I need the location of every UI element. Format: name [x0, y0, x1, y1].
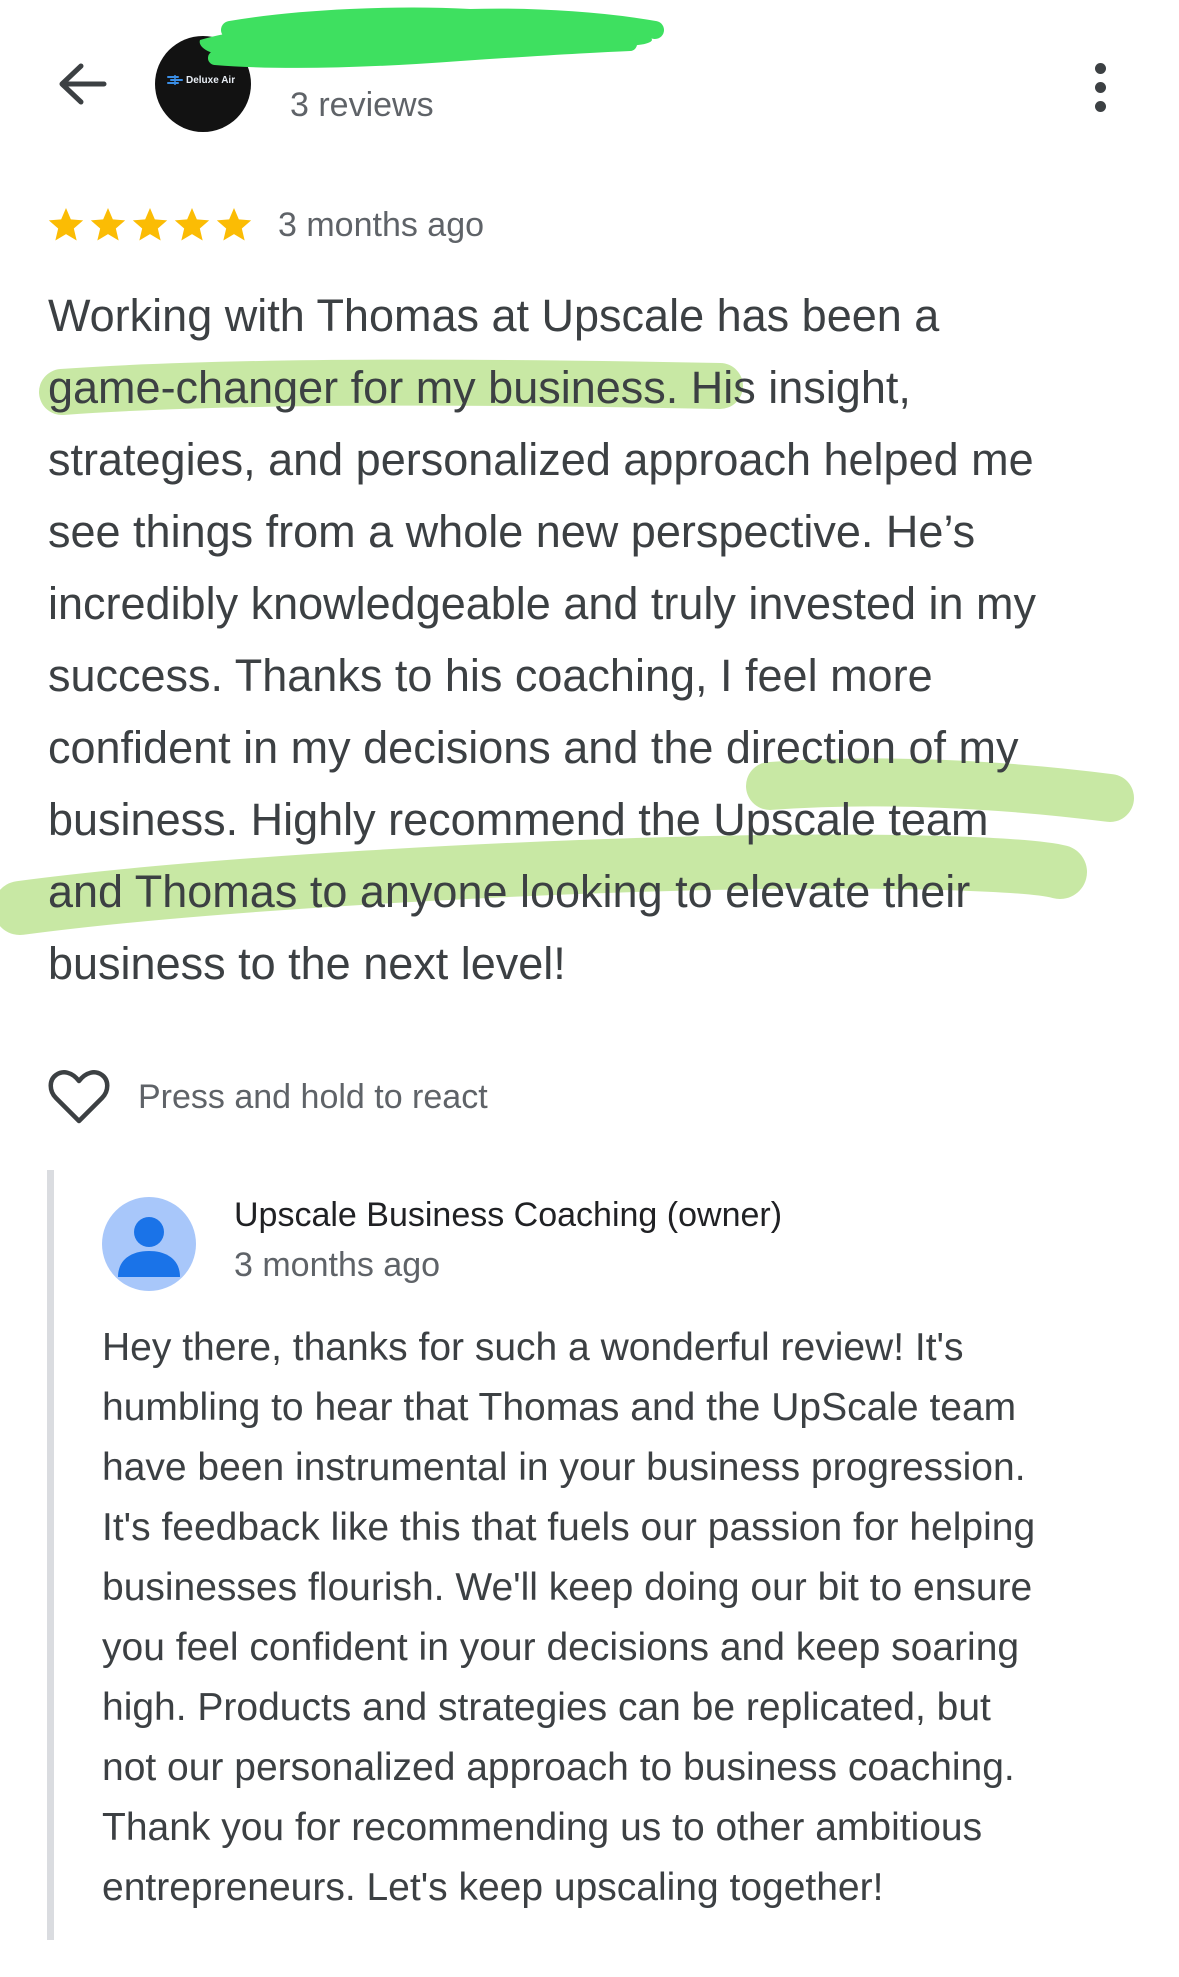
review-date: 3 months ago: [278, 205, 485, 244]
reviewer-avatar[interactable]: Deluxe Air: [155, 36, 251, 132]
owner-reply-text: Hey there, thanks for such a wonderful r…: [102, 1318, 1162, 1918]
reply-divider: [47, 1170, 54, 1940]
more-vert-icon-dot: [1094, 81, 1106, 93]
reply-line: Hey there, thanks for such a wonderful r…: [102, 1326, 964, 1369]
review-line: success. Thanks to his coaching, I feel …: [48, 650, 933, 701]
reviewer-review-count: 3 reviews: [290, 86, 434, 124]
person-icon: [118, 1217, 180, 1277]
review-line: incredibly knowledgeable and truly inves…: [48, 578, 1037, 629]
review-line: business. Highly recommend the Upscale t…: [48, 794, 989, 845]
review-line: and Thomas to anyone looking to elevate …: [48, 866, 971, 917]
reply-line: you feel confident in your decisions and…: [102, 1626, 1020, 1669]
review-line: confident in my decisions and the direct…: [48, 722, 1019, 773]
more-vert-icon-dot: [1094, 100, 1106, 112]
heart-outline-icon[interactable]: [48, 1068, 110, 1126]
review-text: Working with Thomas at Upscale has been …: [48, 280, 1128, 1000]
review-line: see things from a whole new perspective.…: [48, 506, 976, 557]
star-icon: [216, 208, 252, 241]
star-icon: [174, 208, 210, 241]
review-line: Working with Thomas at Upscale has been …: [48, 290, 940, 341]
deluxe-air-logo: Deluxe Air: [167, 74, 235, 86]
owner-avatar[interactable]: [102, 1197, 196, 1291]
avatar-logo-text: Deluxe Air: [186, 74, 236, 86]
star-icon: [132, 208, 168, 241]
review-line: strategies, and personalized approach he…: [48, 434, 1034, 485]
reply-line: humbling to hear that Thomas and the UpS…: [102, 1386, 1017, 1429]
review-line: business to the next level!: [48, 938, 566, 989]
back-button[interactable]: [50, 52, 114, 116]
star-icon: [90, 208, 126, 241]
review-header: Deluxe Air 3 reviews: [0, 0, 1179, 150]
reply-line: not our personalized approach to busines…: [102, 1746, 1015, 1789]
reply-line: Thank you for recommending us to other a…: [102, 1806, 983, 1849]
reply-line: have been instrumental in your business …: [102, 1446, 1026, 1489]
reply-line: high. Products and strategies can be rep…: [102, 1686, 991, 1729]
star-icon: [48, 208, 84, 241]
star-rating: [46, 205, 254, 245]
reply-line: It's feedback like this that fuels our p…: [102, 1506, 1036, 1549]
reply-line: businesses flourish. We'll keep doing ou…: [102, 1566, 1033, 1609]
rating-row: 3 months ago: [46, 200, 484, 250]
owner-reply-date: 3 months ago: [234, 1246, 441, 1284]
react-row: Press and hold to react: [48, 1068, 488, 1126]
arrow-back-icon: [59, 63, 107, 105]
owner-name: Upscale Business Coaching (owner): [234, 1196, 783, 1234]
more-vert-icon: [1094, 62, 1106, 74]
more-options-button[interactable]: [1075, 52, 1125, 122]
react-label: Press and hold to react: [138, 1077, 488, 1116]
review-line: game-changer for my business. His insigh…: [48, 362, 911, 413]
reply-line: entrepreneurs. Let's keep upscaling toge…: [102, 1866, 884, 1909]
